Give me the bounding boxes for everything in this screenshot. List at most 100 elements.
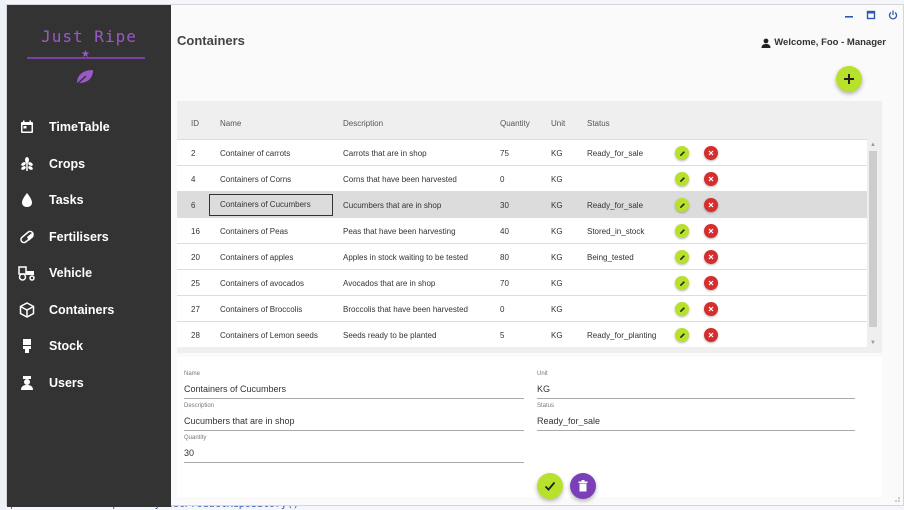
sidebar-item-label: Fertilisers	[49, 229, 109, 244]
cell-id: 4	[191, 175, 196, 184]
calendar-icon	[18, 118, 36, 136]
minimize-icon[interactable]	[843, 9, 855, 21]
scroll-thumb[interactable]	[869, 151, 877, 327]
sidebar-item-label: TimeTable	[49, 120, 110, 135]
cell-quantity: 70	[500, 279, 509, 288]
unit-field: Unit	[537, 371, 855, 399]
unit-input[interactable]	[537, 382, 855, 399]
cell-status: Ready_for_planting	[587, 331, 657, 340]
cell-description: Peas that have been harvesting	[343, 227, 456, 236]
star-icon: ★	[81, 49, 90, 60]
edit-row-button[interactable]	[675, 250, 689, 264]
edit-row-button[interactable]	[675, 276, 689, 290]
cell-name: Containers of apples	[220, 253, 294, 262]
edit-row-button[interactable]	[675, 328, 689, 342]
delete-row-button[interactable]	[704, 328, 718, 342]
cell-unit: KG	[551, 253, 563, 262]
sidebar-item-crops[interactable]: Crops	[7, 146, 171, 183]
sidebar-item-users[interactable]: Users	[7, 365, 171, 402]
maximize-icon[interactable]	[865, 9, 877, 21]
containers-table: ID Name Description Quantity Unit Status…	[177, 101, 882, 353]
table-row[interactable]: 25 Containers of avocados Avocados that ar…	[177, 269, 867, 295]
cell-status: Stored_in_stock	[587, 227, 645, 236]
close-icon	[708, 150, 714, 156]
delete-row-button[interactable]	[704, 302, 718, 316]
column-header-status[interactable]: Status	[587, 119, 610, 128]
cell-quantity: 5	[500, 331, 505, 340]
table-row[interactable]: 6 Containers of Cucumbers Cucumbers that a…	[177, 191, 867, 217]
column-header-description[interactable]: Description	[343, 119, 383, 128]
logo: Just Ripe ★	[7, 27, 171, 86]
close-icon	[708, 228, 714, 234]
power-icon[interactable]	[887, 9, 899, 21]
check-icon	[544, 481, 556, 491]
cell-description: Cucumbers that are in shop	[343, 201, 442, 210]
column-header-unit[interactable]: Unit	[551, 119, 565, 128]
name-input[interactable]	[184, 382, 524, 399]
table-row[interactable]: 20 Containers of apples Apples in stock wa…	[177, 243, 867, 269]
container-detail-form: Name Unit Description Status Quantity	[177, 357, 882, 497]
table-row[interactable]: 16 Containers of Peas Peas that have been …	[177, 217, 867, 243]
table-row[interactable]: 2 Container of carrots Carrots that are in…	[177, 139, 867, 165]
pencil-icon	[679, 150, 685, 156]
sidebar-item-stock[interactable]: Stock	[7, 328, 171, 365]
cell-unit: KG	[551, 149, 563, 158]
stock-icon	[18, 337, 36, 355]
delete-row-button[interactable]	[704, 276, 718, 290]
cell-unit: KG	[551, 201, 563, 210]
column-header-name[interactable]: Name	[220, 119, 241, 128]
resize-grip-icon[interactable]	[891, 493, 901, 503]
leaf-icon	[75, 70, 93, 86]
account-icon	[761, 38, 771, 48]
cell-description: Carrots that are in shop	[343, 149, 427, 158]
sidebar-item-label: Vehicle	[49, 266, 93, 281]
delete-row-button[interactable]	[704, 224, 718, 238]
cell-quantity: 0	[500, 305, 505, 314]
description-input[interactable]	[184, 414, 524, 431]
cell-name: Containers of Cucumbers	[209, 194, 333, 216]
edit-row-button[interactable]	[675, 302, 689, 316]
sidebar-item-label: Tasks	[49, 193, 84, 208]
scroll-down-arrow-icon[interactable]: ▼	[869, 339, 877, 347]
sidebar-item-vehicle[interactable]: Vehicle	[7, 255, 171, 292]
column-header-id[interactable]: ID	[191, 119, 199, 128]
delete-row-button[interactable]	[704, 172, 718, 186]
table-row[interactable]: 4 Containers of Corns Corns that have been…	[177, 165, 867, 191]
sidebar-item-label: Containers	[49, 302, 115, 317]
unit-field-label: Unit	[537, 371, 548, 377]
name-field: Name	[184, 371, 524, 399]
cell-name: Containers of Lemon seeds	[220, 331, 318, 340]
add-container-button[interactable]	[836, 66, 862, 92]
sidebar-item-timetable[interactable]: TimeTable	[7, 109, 171, 146]
cell-id: 27	[191, 305, 200, 314]
table-scrollbar[interactable]: ▲ ▼	[867, 139, 879, 349]
status-input[interactable]	[537, 414, 855, 431]
pencil-icon	[679, 332, 685, 338]
column-header-quantity[interactable]: Quantity	[500, 119, 530, 128]
delete-row-button[interactable]	[704, 250, 718, 264]
cell-unit: KG	[551, 305, 563, 314]
cell-unit: KG	[551, 279, 563, 288]
cell-unit: KG	[551, 175, 563, 184]
delete-button[interactable]	[570, 473, 596, 499]
cell-name: Containers of Peas	[220, 227, 289, 236]
cell-status: Being_tested	[587, 253, 634, 262]
edit-row-button[interactable]	[675, 198, 689, 212]
table-row[interactable]: 28 Containers of Lemon seeds Seeds ready t…	[177, 321, 867, 347]
edit-row-button[interactable]	[675, 172, 689, 186]
welcome-text: Welcome, Foo - Manager	[774, 37, 886, 48]
delete-row-button[interactable]	[704, 146, 718, 160]
save-button[interactable]	[537, 473, 563, 499]
sidebar-item-fertilisers[interactable]: Fertilisers	[7, 219, 171, 256]
box-icon	[18, 301, 36, 319]
sidebar-item-containers[interactable]: Containers	[7, 292, 171, 329]
table-row[interactable]: 27 Containers of Broccolis Broccolis that …	[177, 295, 867, 321]
edit-row-button[interactable]	[675, 146, 689, 160]
edit-row-button[interactable]	[675, 224, 689, 238]
scroll-up-arrow-icon[interactable]: ▲	[869, 141, 877, 149]
quantity-input[interactable]	[184, 446, 524, 463]
cell-quantity: 0	[500, 175, 505, 184]
delete-row-button[interactable]	[704, 198, 718, 212]
plus-icon	[844, 74, 854, 84]
sidebar-item-tasks[interactable]: Tasks	[7, 182, 171, 219]
